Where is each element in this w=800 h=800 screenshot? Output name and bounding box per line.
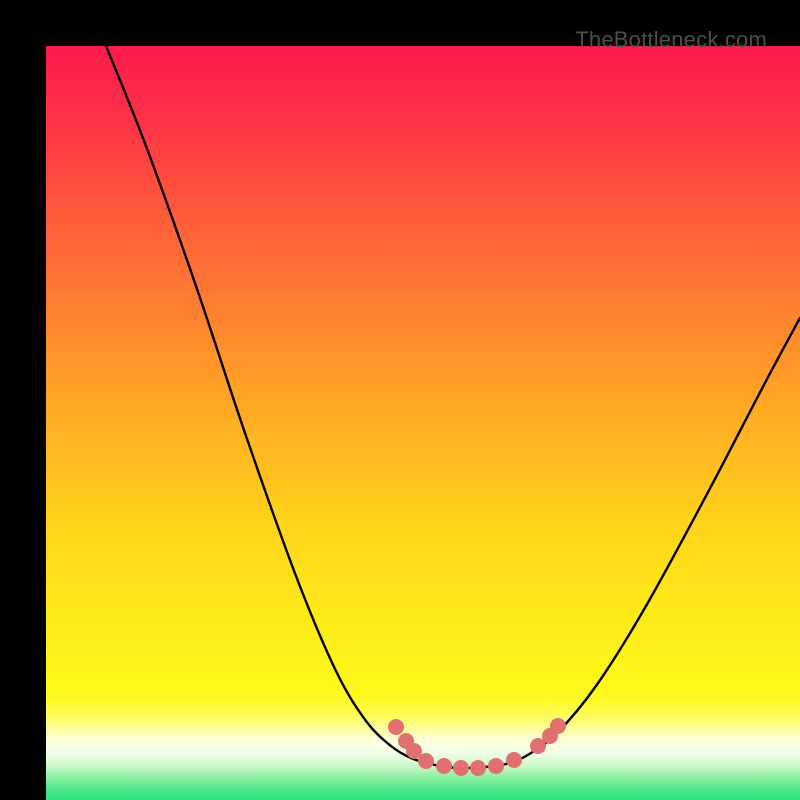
gradient-background xyxy=(46,46,800,800)
chart-frame: TheBottleneck.com xyxy=(0,0,800,800)
trough-marker xyxy=(454,761,469,776)
trough-marker xyxy=(531,739,546,754)
trough-marker xyxy=(507,753,522,768)
watermark-text: TheBottleneck.com xyxy=(575,27,767,53)
trough-marker xyxy=(489,759,504,774)
trough-marker xyxy=(437,759,452,774)
trough-marker xyxy=(389,720,404,735)
trough-marker xyxy=(419,754,434,769)
chart-svg xyxy=(46,46,800,800)
trough-marker xyxy=(551,719,566,734)
plot-area xyxy=(46,46,800,800)
trough-marker xyxy=(471,761,486,776)
trough-marker xyxy=(407,744,422,759)
